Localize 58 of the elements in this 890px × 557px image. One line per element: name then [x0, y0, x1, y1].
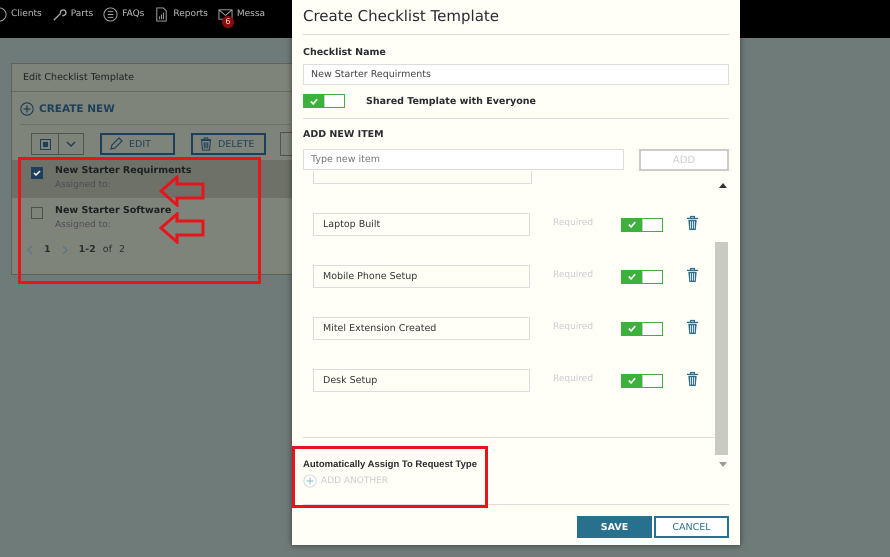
- nav-link[interactable]: Parts: [52, 4, 94, 34]
- page-range: 1-2: [78, 244, 96, 255]
- field-label: Checklist Name: [303, 47, 387, 58]
- list-icon: [103, 6, 118, 22]
- wrench-icon: [52, 6, 67, 22]
- row-checkbox[interactable]: [31, 167, 43, 179]
- dropdown-button[interactable]: [59, 133, 84, 155]
- toggle-switch[interactable]: [621, 218, 663, 232]
- toggle-switch[interactable]: [303, 94, 345, 108]
- page-number[interactable]: 1: [44, 244, 51, 255]
- item-field[interactable]: Desk Setup: [313, 369, 530, 392]
- item-field[interactable]: Mitel Extension Created: [313, 317, 530, 340]
- item-field[interactable]: Laptop Built: [313, 213, 530, 236]
- scroll-down-icon[interactable]: [718, 462, 726, 467]
- trash-icon[interactable]: [686, 214, 699, 230]
- nav-link[interactable]: FAQs: [103, 4, 144, 34]
- template-row[interactable]: New Starter Software Assigned to:: [12, 200, 310, 238]
- trash-icon[interactable]: [686, 266, 699, 282]
- chart-icon: [154, 6, 170, 22]
- cancel-button[interactable]: CANCEL: [654, 516, 729, 538]
- check-icon: [628, 377, 636, 384]
- save-button[interactable]: SAVE: [577, 516, 652, 538]
- toggle-label: Shared Template with Everyone: [366, 96, 536, 106]
- nav-link[interactable]: Clients: [0, 4, 42, 34]
- trash-icon: [199, 136, 213, 152]
- count-badge: 6: [222, 16, 234, 28]
- check-icon: [32, 168, 42, 178]
- check-icon: [628, 325, 636, 332]
- template-name: New Starter Requirments: [55, 165, 192, 176]
- page-of-label: of: [102, 244, 112, 255]
- trash-icon[interactable]: [686, 318, 699, 334]
- select-all-checkbox[interactable]: [31, 133, 59, 155]
- scroll-up-icon[interactable]: [718, 183, 726, 188]
- dialog-title: Create Checklist Template: [303, 0, 729, 35]
- toggle-switch[interactable]: [621, 374, 663, 388]
- pencil-icon: [108, 136, 124, 152]
- plus-icon: [20, 102, 34, 116]
- annotation-arrow: [159, 175, 205, 207]
- check-icon: [628, 221, 636, 228]
- nav-link[interactable]: Reports: [154, 4, 208, 34]
- section-label: Automatically Assign To Request Type: [303, 459, 478, 470]
- caret-icon: [66, 141, 76, 147]
- annotation-arrow: [159, 212, 205, 244]
- check-icon: [628, 273, 636, 280]
- assigned-label: Assigned to:: [55, 220, 112, 230]
- toggle-switch[interactable]: [621, 270, 663, 284]
- new-item-field[interactable]: Type new item: [303, 149, 624, 170]
- page-total: 2: [118, 244, 126, 255]
- plus-icon: [303, 474, 317, 488]
- row-checkbox[interactable]: [31, 207, 43, 219]
- trash-icon[interactable]: [686, 370, 699, 386]
- template-name: New Starter Software: [55, 205, 172, 216]
- check-icon: [310, 98, 318, 104]
- name-field[interactable]: New Starter Requirments: [303, 64, 729, 85]
- nav-link[interactable]: Messa 6: [218, 4, 266, 34]
- section-label: ADD NEW ITEM: [303, 129, 385, 140]
- item-field[interactable]: Mobile Phone Setup: [313, 265, 530, 288]
- toggle-switch[interactable]: [621, 322, 663, 336]
